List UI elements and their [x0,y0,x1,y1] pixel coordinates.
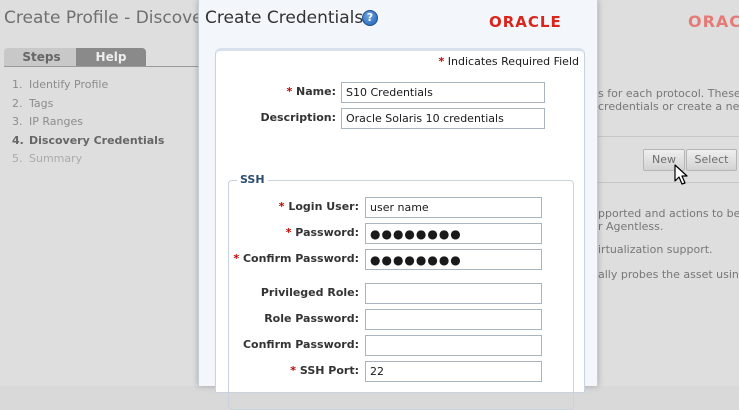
step-identify-profile[interactable]: 1. Identify Profile [12,76,164,95]
ssh-legend: SSH [237,173,268,186]
ssh-port-input[interactable] [365,361,542,382]
password-label: * Password: [285,226,359,239]
confirm-role-password-input[interactable] [365,335,542,356]
instruction-text: s for each protocol. These [598,87,739,100]
privileged-role-input[interactable] [365,283,542,304]
divider [598,182,739,183]
privileged-role-label: Privileged Role: [260,286,359,299]
oracle-logo: ORACLE [688,12,739,31]
step-summary: 5. Summary [12,152,83,165]
dialog-title: Create Credentials [205,8,364,28]
select-button[interactable]: Select [686,149,737,171]
role-password-label: Role Password: [264,312,359,325]
info-text: r Agentless. [598,220,664,233]
steps-list: 1. Identify Profile 2. Tags 3. IP Ranges 4.… [12,76,164,169]
required-field-note: * Indicates Required Field [438,55,579,68]
role-password-input[interactable] [365,309,542,330]
description-input[interactable] [341,108,545,129]
tab-steps[interactable]: Steps [4,48,79,66]
credentials-form: * Indicates Required Field * Name: Descr… [215,48,585,410]
divider [598,136,739,137]
info-text: irtualization support. [598,243,713,256]
login-user-input[interactable] [365,197,542,218]
name-input[interactable] [341,82,545,103]
mouse-pointer-icon [674,164,688,185]
confirm-password-label: * Confirm Password: [233,252,359,265]
confirm-role-password-label: Confirm Password: [242,338,359,351]
instruction-text: credentials or create a new se [598,100,739,113]
ssh-fieldset: SSH * Login User: * Password: * Confirm … [228,173,574,410]
steps-help-tabs: Steps Help [4,48,204,66]
description-label: Description: [260,111,336,124]
info-text: ally probes the asset using SS [598,268,739,281]
create-credentials-dialog: Create Credentials ? ORACLE * Indicates … [198,0,598,410]
step-ip-ranges[interactable]: 3. IP Ranges [12,113,164,132]
name-label: * Name: [286,85,336,98]
tab-help[interactable]: Help [76,48,146,66]
oracle-logo: ORACLE [489,13,562,31]
password-input[interactable] [365,223,542,244]
info-text: pported and actions to be avail [598,207,739,220]
tab-divider [4,66,198,67]
ssh-port-label: * SSH Port: [290,364,359,377]
confirm-password-input[interactable] [365,249,542,270]
step-tags[interactable]: 2. Tags [12,95,164,114]
login-user-label: * Login User: [278,200,359,213]
step-discovery-credentials[interactable]: 4. Discovery Credentials [12,132,164,151]
help-icon[interactable]: ? [362,10,378,26]
